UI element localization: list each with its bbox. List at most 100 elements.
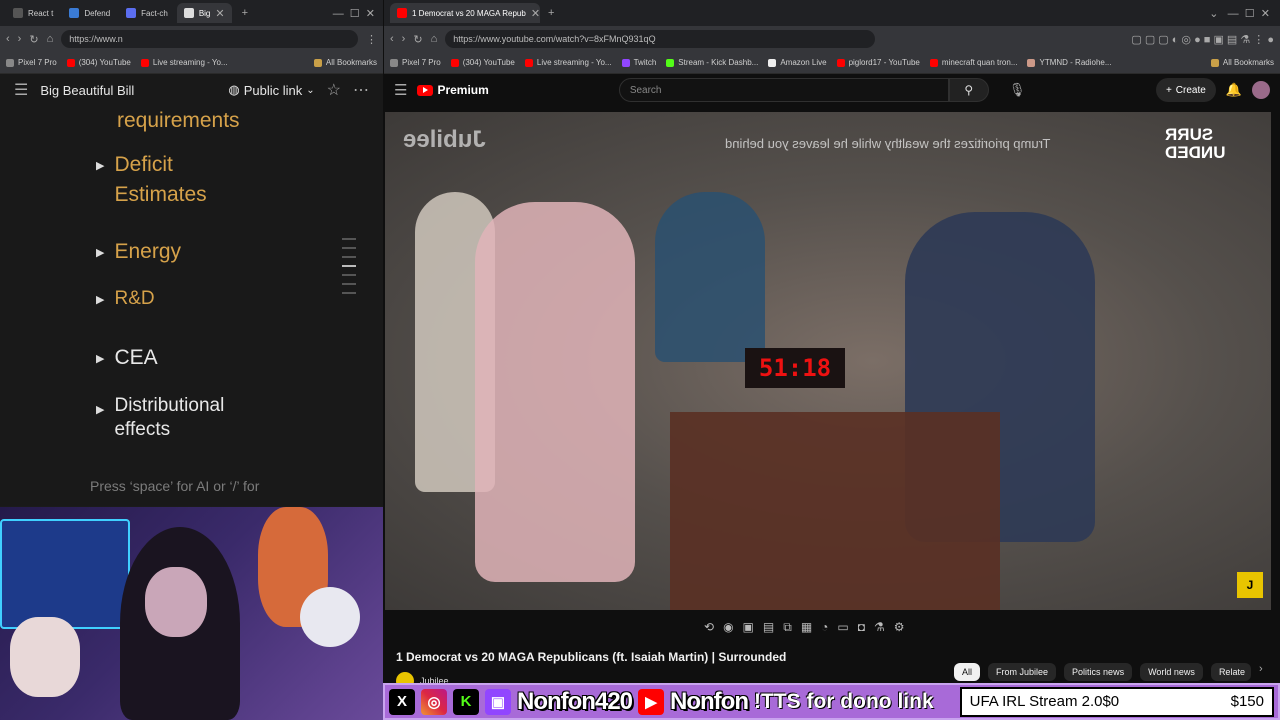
forward-icon[interactable]: ›	[18, 33, 22, 45]
gear-icon[interactable]: ⚙	[894, 620, 905, 635]
toggle-triangle-icon[interactable]: ▶	[96, 352, 104, 373]
back-icon[interactable]: ‹	[6, 33, 10, 45]
toc-item[interactable]: ▶ Distributional effects	[96, 394, 264, 442]
home-icon[interactable]: ⌂	[431, 33, 438, 45]
address-bar[interactable]: https://www.youtube.com/watch?v=8xFMnQ93…	[445, 30, 876, 48]
new-tab-icon[interactable]: +	[242, 7, 248, 19]
extension-icons[interactable]: ▢ ▢ ▢ ◐ ◎ ● ■ ▣ ▤ ⚗ ⋮ ●	[1131, 33, 1274, 46]
toggle-triangle-icon[interactable]: ▶	[96, 293, 104, 314]
all-bookmarks[interactable]: All Bookmarks	[313, 58, 377, 67]
chip[interactable]: From Jubilee	[988, 663, 1057, 681]
tab-active[interactable]: Big ✕	[176, 3, 232, 23]
create-button[interactable]: + Create	[1155, 78, 1216, 102]
kick-icon: K	[453, 688, 479, 715]
poster-face	[10, 617, 80, 697]
pip-icon[interactable]: ⧉	[783, 620, 792, 635]
tab[interactable]: Fact-ch	[119, 3, 175, 23]
toc-item[interactable]: ▶ Energy	[96, 237, 181, 267]
close-icon[interactable]: ✕	[531, 7, 540, 20]
bookmark[interactable]: Stream - Kick Dashb...	[666, 58, 758, 67]
video-show-badge: SURR UNDED	[1165, 125, 1226, 162]
chip[interactable]: Politics news	[1064, 663, 1133, 681]
microphone-icon[interactable]: 🎙	[1009, 82, 1026, 98]
tab[interactable]: React t	[6, 3, 60, 23]
doc-body: requirements ▶ Deficit Estimates ▶ Energ…	[0, 106, 383, 506]
bookmark[interactable]: Live streaming - Yo...	[524, 58, 612, 67]
menu-icon[interactable]: ☰	[394, 81, 407, 99]
toc-item[interactable]: ▶ R&D	[96, 284, 155, 314]
tab-active[interactable]: 1 Democrat vs 20 MAGA Repub ✕	[390, 3, 540, 23]
right-browser-window: 1 Democrat vs 20 MAGA Repub ✕ + ⌄ — ☐ ✕ ‹…	[384, 0, 1280, 720]
globe-icon: ◍	[228, 82, 240, 97]
avatar[interactable]	[1252, 81, 1270, 99]
tab[interactable]: Defend	[62, 3, 117, 23]
bookmark[interactable]: (304) YouTube	[66, 58, 131, 67]
bookmark[interactable]: (304) YouTube	[450, 58, 515, 67]
chip-all[interactable]: All	[954, 663, 981, 681]
more-icon[interactable]: ⋯	[353, 80, 369, 100]
bookmark[interactable]: YTMND - Radiohe...	[1027, 58, 1112, 67]
search-input[interactable]: Search	[618, 78, 949, 102]
loop-icon[interactable]: ⟲	[704, 620, 714, 635]
close-icon[interactable]: ✕	[215, 7, 224, 20]
webcam-feed	[0, 507, 383, 720]
public-link-button[interactable]: ◍ Public link ⌄	[228, 82, 314, 98]
bookmark[interactable]: Twitch	[621, 58, 656, 67]
toc-item[interactable]: ▶ CEA	[96, 343, 158, 373]
reload-icon[interactable]: ↻	[413, 33, 422, 46]
back-icon[interactable]: ‹	[390, 33, 394, 45]
video-title: 1 Democrat vs 20 MAGA Republicans (ft. I…	[396, 650, 787, 664]
toggle-triangle-icon[interactable]: ▶	[96, 246, 104, 267]
search-icon[interactable]: ⚲	[948, 78, 989, 102]
instagram-icon: ◎	[421, 688, 447, 715]
chip[interactable]: Relate	[1210, 663, 1251, 681]
grid-icon[interactable]: ▦	[801, 620, 812, 635]
toggle-triangle-icon[interactable]: ▶	[96, 159, 104, 210]
theater-icon[interactable]: ▭	[837, 620, 848, 635]
bookmark[interactable]: minecraft quan tron...	[929, 58, 1017, 67]
bell-icon[interactable]: 🔔	[1226, 82, 1242, 98]
home-icon[interactable]: ⌂	[47, 33, 54, 45]
clip-icon[interactable]: ▤	[763, 620, 774, 635]
bookmark[interactable]: piglord17 - YouTube	[836, 58, 920, 67]
speed-icon[interactable]: ◔	[821, 620, 828, 635]
video-player[interactable]: Jubilee Trump prioritizes the wealthy wh…	[385, 112, 1271, 610]
bookmark[interactable]: Pixel 7 Pro	[6, 58, 57, 67]
camera-icon[interactable]: ◘	[858, 620, 865, 635]
address-bar[interactable]: https://www.n	[61, 30, 358, 48]
goal-target: $150	[1230, 693, 1264, 710]
window-controls[interactable]: ⌄ — ☐ ✕	[1209, 7, 1270, 20]
reload-icon[interactable]: ↻	[29, 33, 38, 46]
toggle-triangle-icon[interactable]: ▶	[96, 403, 104, 442]
bookmark-icon	[6, 58, 14, 67]
bookmark[interactable]: Live streaming - Yo...	[140, 58, 228, 67]
new-tab-icon[interactable]: +	[548, 7, 554, 19]
toc-item[interactable]: ▶ Deficit Estimates	[96, 150, 264, 210]
plush-toy	[300, 587, 360, 647]
nav-toolbar: ‹ › ↻ ⌂ https://www.n ⋮	[0, 26, 383, 52]
youtube-logo[interactable]: Premium	[417, 83, 489, 97]
window-controls[interactable]: — ☐ ✕	[333, 7, 375, 20]
all-bookmarks[interactable]: All Bookmarks	[1210, 58, 1274, 67]
bookmark[interactable]: Pixel 7 Pro	[390, 58, 441, 67]
flask-icon[interactable]: ⚗	[874, 620, 885, 635]
streamer-handle: Nonfon	[670, 687, 749, 715]
chevron-right-icon[interactable]: ›	[1259, 663, 1263, 681]
tab-favicon	[183, 8, 194, 18]
forward-icon[interactable]: ›	[402, 33, 406, 45]
video-caption-text: Trump prioritizes the wealthy while he l…	[725, 136, 1051, 151]
menu-icon[interactable]: ☰	[14, 80, 28, 100]
x-icon: X	[389, 688, 415, 715]
nav-toolbar: ‹ › ↻ ⌂ https://www.youtube.com/watch?v=…	[384, 26, 1280, 52]
screenshot-icon[interactable]: ▣	[743, 620, 754, 635]
doc-header: ☰ Big Beautiful Bill ◍ Public link ⌄ ☆ ⋯	[0, 74, 383, 106]
debate-timer: 51:18	[745, 348, 845, 388]
bookmark[interactable]: Amazon Live	[768, 58, 827, 67]
table-of-contents-minimap[interactable]	[342, 238, 356, 301]
twitch-icon: ▣	[485, 688, 511, 715]
chip[interactable]: World news	[1140, 663, 1203, 681]
toc-item[interactable]: requirements	[96, 106, 240, 136]
extensions-icon[interactable]: ⋮	[366, 33, 377, 46]
star-icon[interactable]: ☆	[327, 80, 341, 100]
audio-icon[interactable]: ◉	[723, 620, 733, 635]
